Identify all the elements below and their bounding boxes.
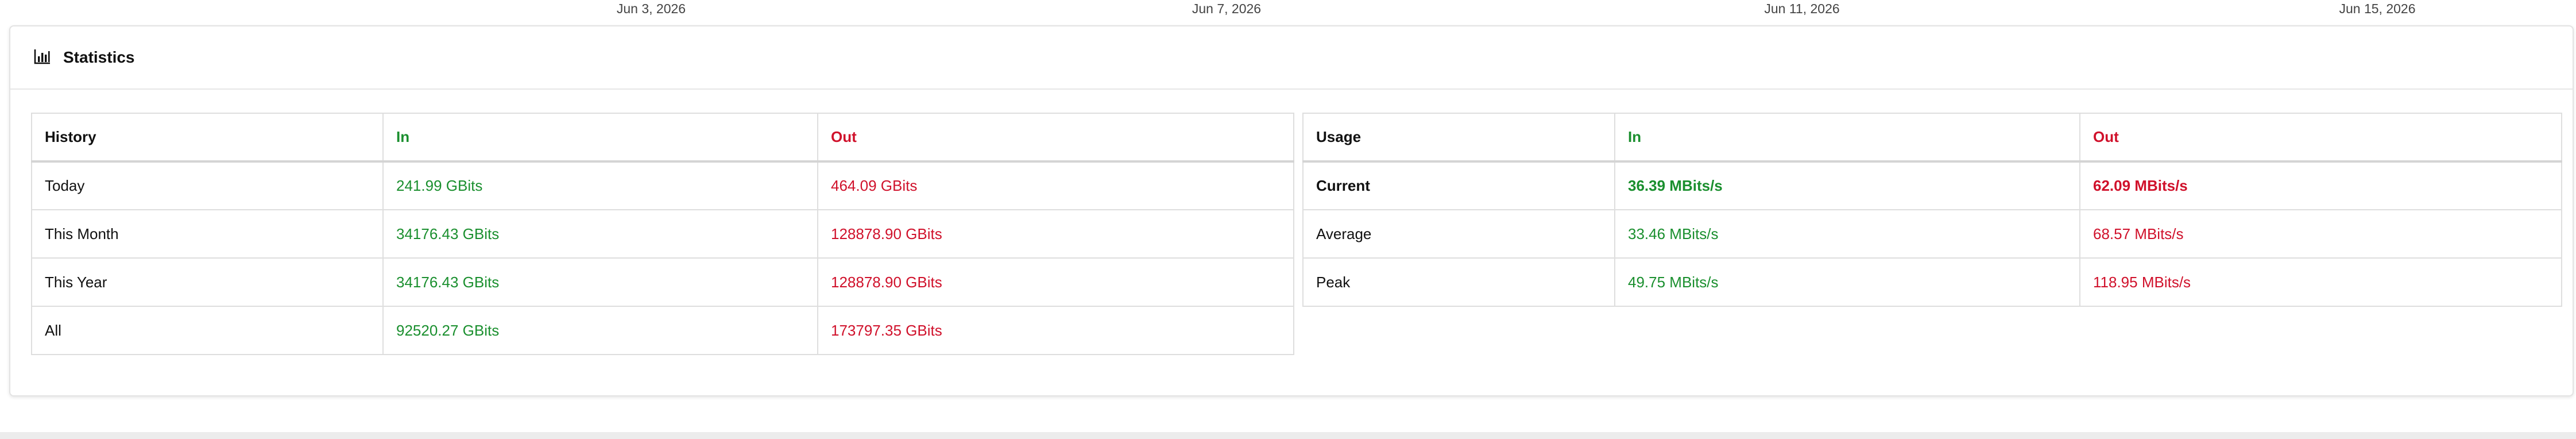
out-value: 173797.35 GBits: [817, 306, 1294, 355]
bar-chart-icon: [33, 47, 52, 68]
row-label: This Month: [31, 209, 384, 259]
in-value: 34176.43 GBits: [382, 209, 818, 259]
bottom-divider: [0, 432, 2576, 439]
out-value: 128878.90 GBits: [817, 209, 1294, 259]
out-value: 62.09 MBits/s: [2079, 161, 2562, 210]
history-header: History: [31, 113, 384, 163]
statistics-header: Statistics: [10, 26, 2573, 90]
date-tick-label: Jun 3, 2026: [616, 1, 686, 16]
in-value: 36.39 MBits/s: [1614, 161, 2080, 210]
table-row: Today 241.99 GBits 464.09 GBits: [31, 161, 1294, 210]
usage-header-row: Usage In Out: [1302, 113, 2562, 163]
table-row: All 92520.27 GBits 173797.35 GBits: [31, 306, 1294, 355]
in-value: 33.46 MBits/s: [1614, 209, 2080, 259]
row-label: This Year: [31, 257, 384, 307]
table-row: This Year 34176.43 GBits 128878.90 GBits: [31, 257, 1294, 307]
statistics-title: Statistics: [63, 48, 135, 66]
table-row: This Month 34176.43 GBits 128878.90 GBit…: [31, 209, 1294, 259]
in-header: In: [1614, 113, 2080, 163]
date-tick-label: Jun 15, 2026: [2339, 1, 2416, 16]
out-value: 128878.90 GBits: [817, 257, 1294, 307]
out-value: 118.95 MBits/s: [2079, 257, 2562, 307]
out-header: Out: [817, 113, 1294, 163]
row-label: All: [31, 306, 384, 355]
in-header: In: [382, 113, 818, 163]
out-header: Out: [2079, 113, 2562, 163]
table-row: Peak 49.75 MBits/s 118.95 MBits/s: [1302, 257, 2562, 307]
statistics-card: Statistics History In Out Today 241.99 G…: [9, 25, 2574, 396]
table-row: Current 36.39 MBits/s 62.09 MBits/s: [1302, 161, 2562, 210]
in-value: 92520.27 GBits: [382, 306, 818, 355]
row-label: Peak: [1302, 257, 1615, 307]
history-table: History In Out Today 241.99 GBits 464.09…: [31, 113, 1294, 355]
usage-table: Usage In Out Current 36.39 MBits/s 62.09…: [1302, 113, 2562, 307]
chart-date-axis: Jun 3, 2026 Jun 7, 2026 Jun 11, 2026 Jun…: [0, 0, 2576, 23]
in-value: 49.75 MBits/s: [1614, 257, 2080, 307]
date-tick-label: Jun 7, 2026: [1192, 1, 1262, 16]
out-value: 68.57 MBits/s: [2079, 209, 2562, 259]
in-value: 241.99 GBits: [382, 161, 818, 210]
row-label: Today: [31, 161, 384, 210]
date-tick-label: Jun 11, 2026: [1764, 1, 1840, 16]
usage-header: Usage: [1302, 113, 1615, 163]
table-row: Average 33.46 MBits/s 68.57 MBits/s: [1302, 209, 2562, 259]
row-label: Current: [1302, 161, 1615, 210]
history-header-row: History In Out: [31, 113, 1294, 163]
out-value: 464.09 GBits: [817, 161, 1294, 210]
row-label: Average: [1302, 209, 1615, 259]
in-value: 34176.43 GBits: [382, 257, 818, 307]
